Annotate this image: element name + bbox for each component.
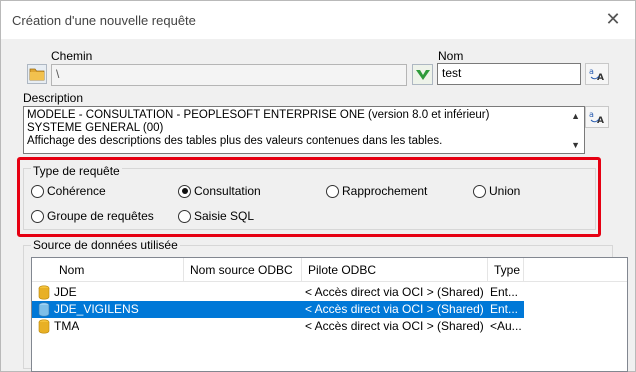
database-icon	[38, 302, 50, 317]
column-header-driver[interactable]: Pilote ODBC	[302, 258, 488, 282]
description-textarea[interactable]: MODELE - CONSULTATION - PEOPLESOFT ENTER…	[23, 106, 585, 154]
svg-text:a: a	[589, 110, 594, 119]
description-label: Description	[23, 91, 84, 105]
highlight-box	[17, 157, 601, 237]
folder-icon	[29, 68, 45, 81]
database-icon	[38, 285, 50, 300]
browse-folder-button[interactable]	[27, 64, 47, 84]
row-name: JDE	[54, 285, 77, 299]
data-source-list[interactable]: Nom Nom source ODBC Pilote ODBC Type JDE…	[31, 257, 628, 372]
table-row[interactable]: JDE < Accès direct via OCI > (Shared) En…	[32, 284, 524, 301]
scroll-down-icon[interactable]: ▼	[571, 139, 580, 152]
name-input[interactable]: test	[437, 63, 581, 85]
translate-icon: a A	[589, 67, 604, 82]
scroll-up-icon[interactable]: ▲	[571, 110, 580, 123]
path-field[interactable]: \	[51, 64, 407, 86]
row-driver: < Accès direct via OCI > (Shared)	[305, 285, 484, 299]
table-row[interactable]: TMA < Accès direct via OCI > (Shared) <A…	[32, 318, 524, 335]
column-header-type[interactable]: Type	[488, 258, 524, 282]
row-name: JDE_VIGILENS	[54, 302, 139, 316]
svg-text:a: a	[589, 67, 594, 76]
checkmark-icon	[415, 69, 430, 80]
title-bar: Création d'une nouvelle requête ✕	[1, 1, 635, 39]
translate-description-button[interactable]: a A	[585, 106, 609, 128]
row-driver: < Accès direct via OCI > (Shared)	[305, 319, 484, 333]
path-label: Chemin	[51, 49, 93, 63]
column-header-odbc-source[interactable]: Nom source ODBC	[184, 258, 302, 282]
table-row-selected[interactable]: JDE_VIGILENS < Accès direct via OCI > (S…	[32, 301, 524, 318]
row-name: TMA	[54, 319, 80, 333]
description-line-1: MODELE - CONSULTATION - PEOPLESOFT ENTER…	[27, 109, 490, 121]
validate-button[interactable]	[412, 64, 433, 85]
list-header: Nom Nom source ODBC Pilote ODBC Type	[32, 258, 627, 282]
description-line-3: Affichage des descriptions des tables pl…	[27, 135, 443, 147]
row-driver: < Accès direct via OCI > (Shared)	[305, 302, 484, 316]
column-header-name[interactable]: Nom	[32, 258, 184, 282]
close-icon[interactable]: ✕	[603, 9, 623, 30]
translate-name-button[interactable]: a A	[585, 63, 609, 85]
row-type: <Au...	[490, 319, 522, 333]
window-title: Création d'une nouvelle requête	[12, 13, 196, 28]
data-source-label: Source de données utilisée	[31, 238, 180, 252]
name-label: Nom	[438, 49, 464, 63]
database-icon	[38, 319, 50, 334]
row-type: Ent...	[490, 285, 519, 299]
description-line-2: SYSTEME GENERAL (00)	[27, 122, 164, 134]
row-type: Ent...	[490, 302, 519, 316]
translate-icon: a A	[589, 110, 604, 125]
